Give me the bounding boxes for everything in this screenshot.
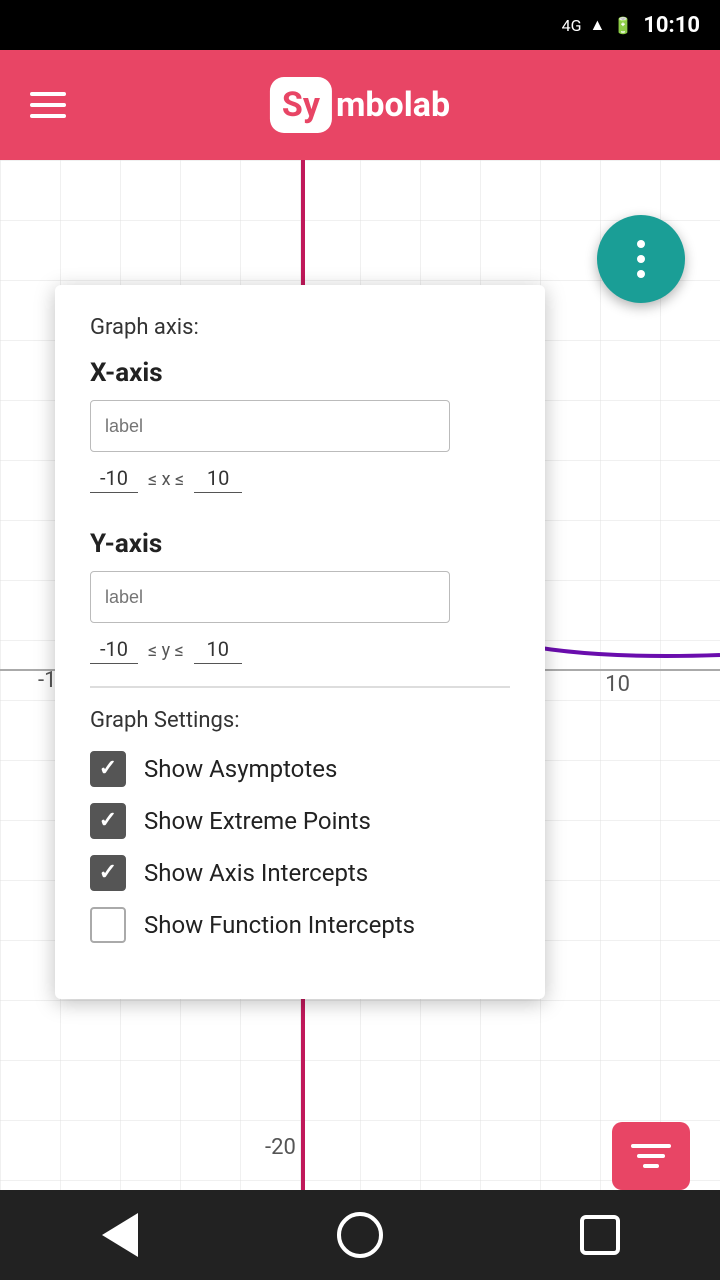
show-function-intercepts-row: ✓ Show Function Intercepts [90,907,510,943]
x-axis-label-input[interactable] [90,400,450,452]
separator [90,686,510,688]
filter-button[interactable] [612,1122,690,1190]
network-icon: 4G [562,16,582,35]
checkmark-icon: ✓ [99,758,117,780]
home-icon [337,1212,383,1258]
graph-axis-title: Graph axis: [90,315,510,340]
graph-label-neg20: -20 [265,1135,296,1160]
battery-icon: 🔋 [613,16,633,35]
back-icon [102,1213,138,1257]
show-asymptotes-checkbox[interactable]: ✓ [90,751,126,787]
x-axis-range: -10 ≤ x ≤ 10 [90,466,510,493]
recents-icon [580,1215,620,1255]
graph-settings-title: Graph Settings: [90,708,510,733]
x-axis-label: X-axis [90,358,510,388]
header: Sy mbolab [0,50,720,160]
y-leq-left: ≤ y ≤ [148,640,184,661]
hamburger-line [30,103,66,107]
show-axis-intercepts-row: ✓ Show Axis Intercepts [90,855,510,891]
filter-icon [631,1144,671,1168]
checkmark-icon: ✓ [99,862,117,884]
status-bar: 4G ▲ 🔋 10:10 [0,0,720,50]
status-icons: 4G ▲ 🔋 [562,15,634,35]
hamburger-line [30,92,66,96]
show-extreme-points-checkbox[interactable]: ✓ [90,803,126,839]
logo: Sy mbolab [270,77,450,133]
logo-rest: mbolab [336,85,450,125]
y-axis-range: -10 ≤ y ≤ 10 [90,637,510,664]
signal-icon: ▲ [590,15,606,35]
graph-area: 10 -20 -1 Graph axis: X-axis -10 ≤ x ≤ 1… [0,160,720,1280]
x-max-value[interactable]: 10 [194,466,242,493]
y-min-value[interactable]: -10 [90,637,138,664]
graph-settings-panel: Graph axis: X-axis -10 ≤ x ≤ 10 Y-axis -… [55,285,545,999]
more-options-button[interactable] [597,215,685,303]
y-axis-label-input[interactable] [90,571,450,623]
y-axis-label: Y-axis [90,529,510,559]
hamburger-menu-button[interactable] [30,92,66,118]
x-min-value[interactable]: -10 [90,466,138,493]
show-axis-intercepts-label: Show Axis Intercepts [144,859,368,887]
bottom-navigation [0,1190,720,1280]
show-function-intercepts-label: Show Function Intercepts [144,911,415,939]
x-leq-left: ≤ x ≤ [148,469,184,490]
home-button[interactable] [320,1205,400,1265]
show-asymptotes-row: ✓ Show Asymptotes [90,751,510,787]
graph-label-neg1: -1 [38,668,56,693]
checkmark-icon: ✓ [99,810,117,832]
hamburger-line [30,114,66,118]
three-dots-icon [637,240,645,278]
logo-sy: Sy [282,85,320,125]
clock: 10:10 [643,13,700,38]
recents-button[interactable] [560,1205,640,1265]
show-axis-intercepts-checkbox[interactable]: ✓ [90,855,126,891]
graph-label-10: 10 [605,672,630,697]
show-function-intercepts-checkbox[interactable]: ✓ [90,907,126,943]
show-asymptotes-label: Show Asymptotes [144,755,337,783]
y-max-value[interactable]: 10 [194,637,242,664]
show-extreme-points-label: Show Extreme Points [144,807,371,835]
back-button[interactable] [80,1205,160,1265]
show-extreme-points-row: ✓ Show Extreme Points [90,803,510,839]
logo-box: Sy [270,77,332,133]
